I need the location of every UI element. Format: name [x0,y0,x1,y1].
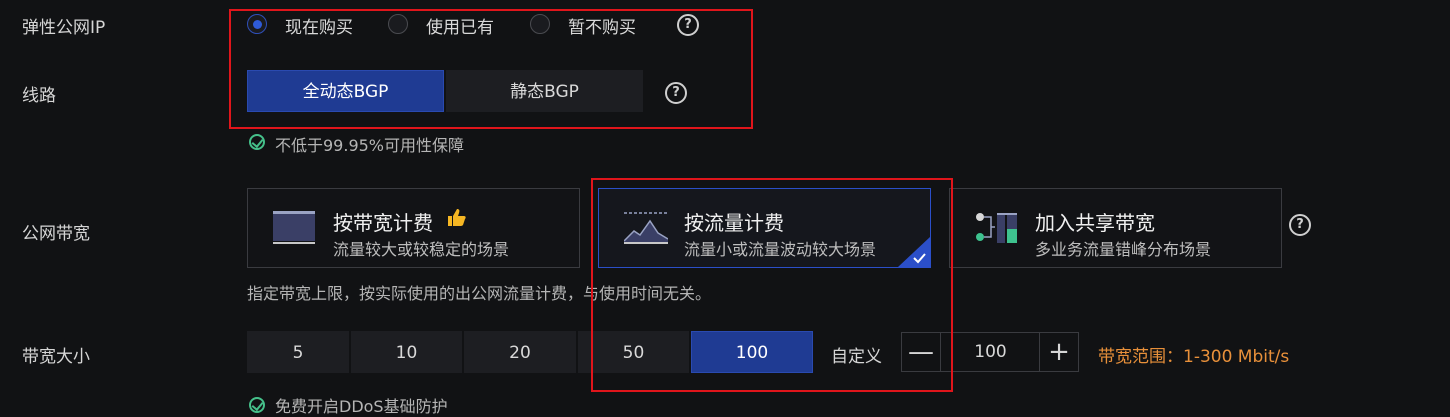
bandwidth-chart-icon [273,211,315,244]
check-circle-icon [249,134,265,150]
card-subtitle: 多业务流量错峰分布场景 [1035,240,1212,259]
line-label: 线路 [22,86,56,106]
size-option-10[interactable]: 10 [351,331,462,373]
card-title: 按带宽计费 [333,211,433,235]
shared-bandwidth-icon [976,213,1017,243]
increment-button[interactable]: + [1039,332,1079,372]
eip-label: 弹性公网IP [22,18,106,38]
card-subtitle: 流量较大或较稳定的场景 [333,240,510,259]
size-option-5[interactable]: 5 [247,331,349,373]
help-icon[interactable]: ? [1289,214,1311,236]
thumbs-up-icon [448,209,466,226]
billing-card-shared[interactable]: 加入共享带宽 多业务流量错峰分布场景 [949,188,1282,268]
highlight-box [229,9,753,129]
highlight-box [591,178,953,392]
billing-card-bandwidth[interactable]: 按带宽计费 流量较大或较稳定的场景 [247,188,580,268]
line-note: 不低于99.95%可用性保障 [275,136,465,155]
card-title: 加入共享带宽 [1035,211,1155,235]
check-circle-icon [249,397,265,413]
ddos-note: 免费开启DDoS基础防护 [275,397,448,416]
size-option-20[interactable]: 20 [464,331,576,373]
bandwidth-range: 带宽范围：1-300 Mbit/s [1098,347,1290,367]
bandwidth-input[interactable]: 100 [941,332,1040,372]
bandwidth-label: 公网带宽 [22,224,90,244]
size-label: 带宽大小 [22,347,90,367]
